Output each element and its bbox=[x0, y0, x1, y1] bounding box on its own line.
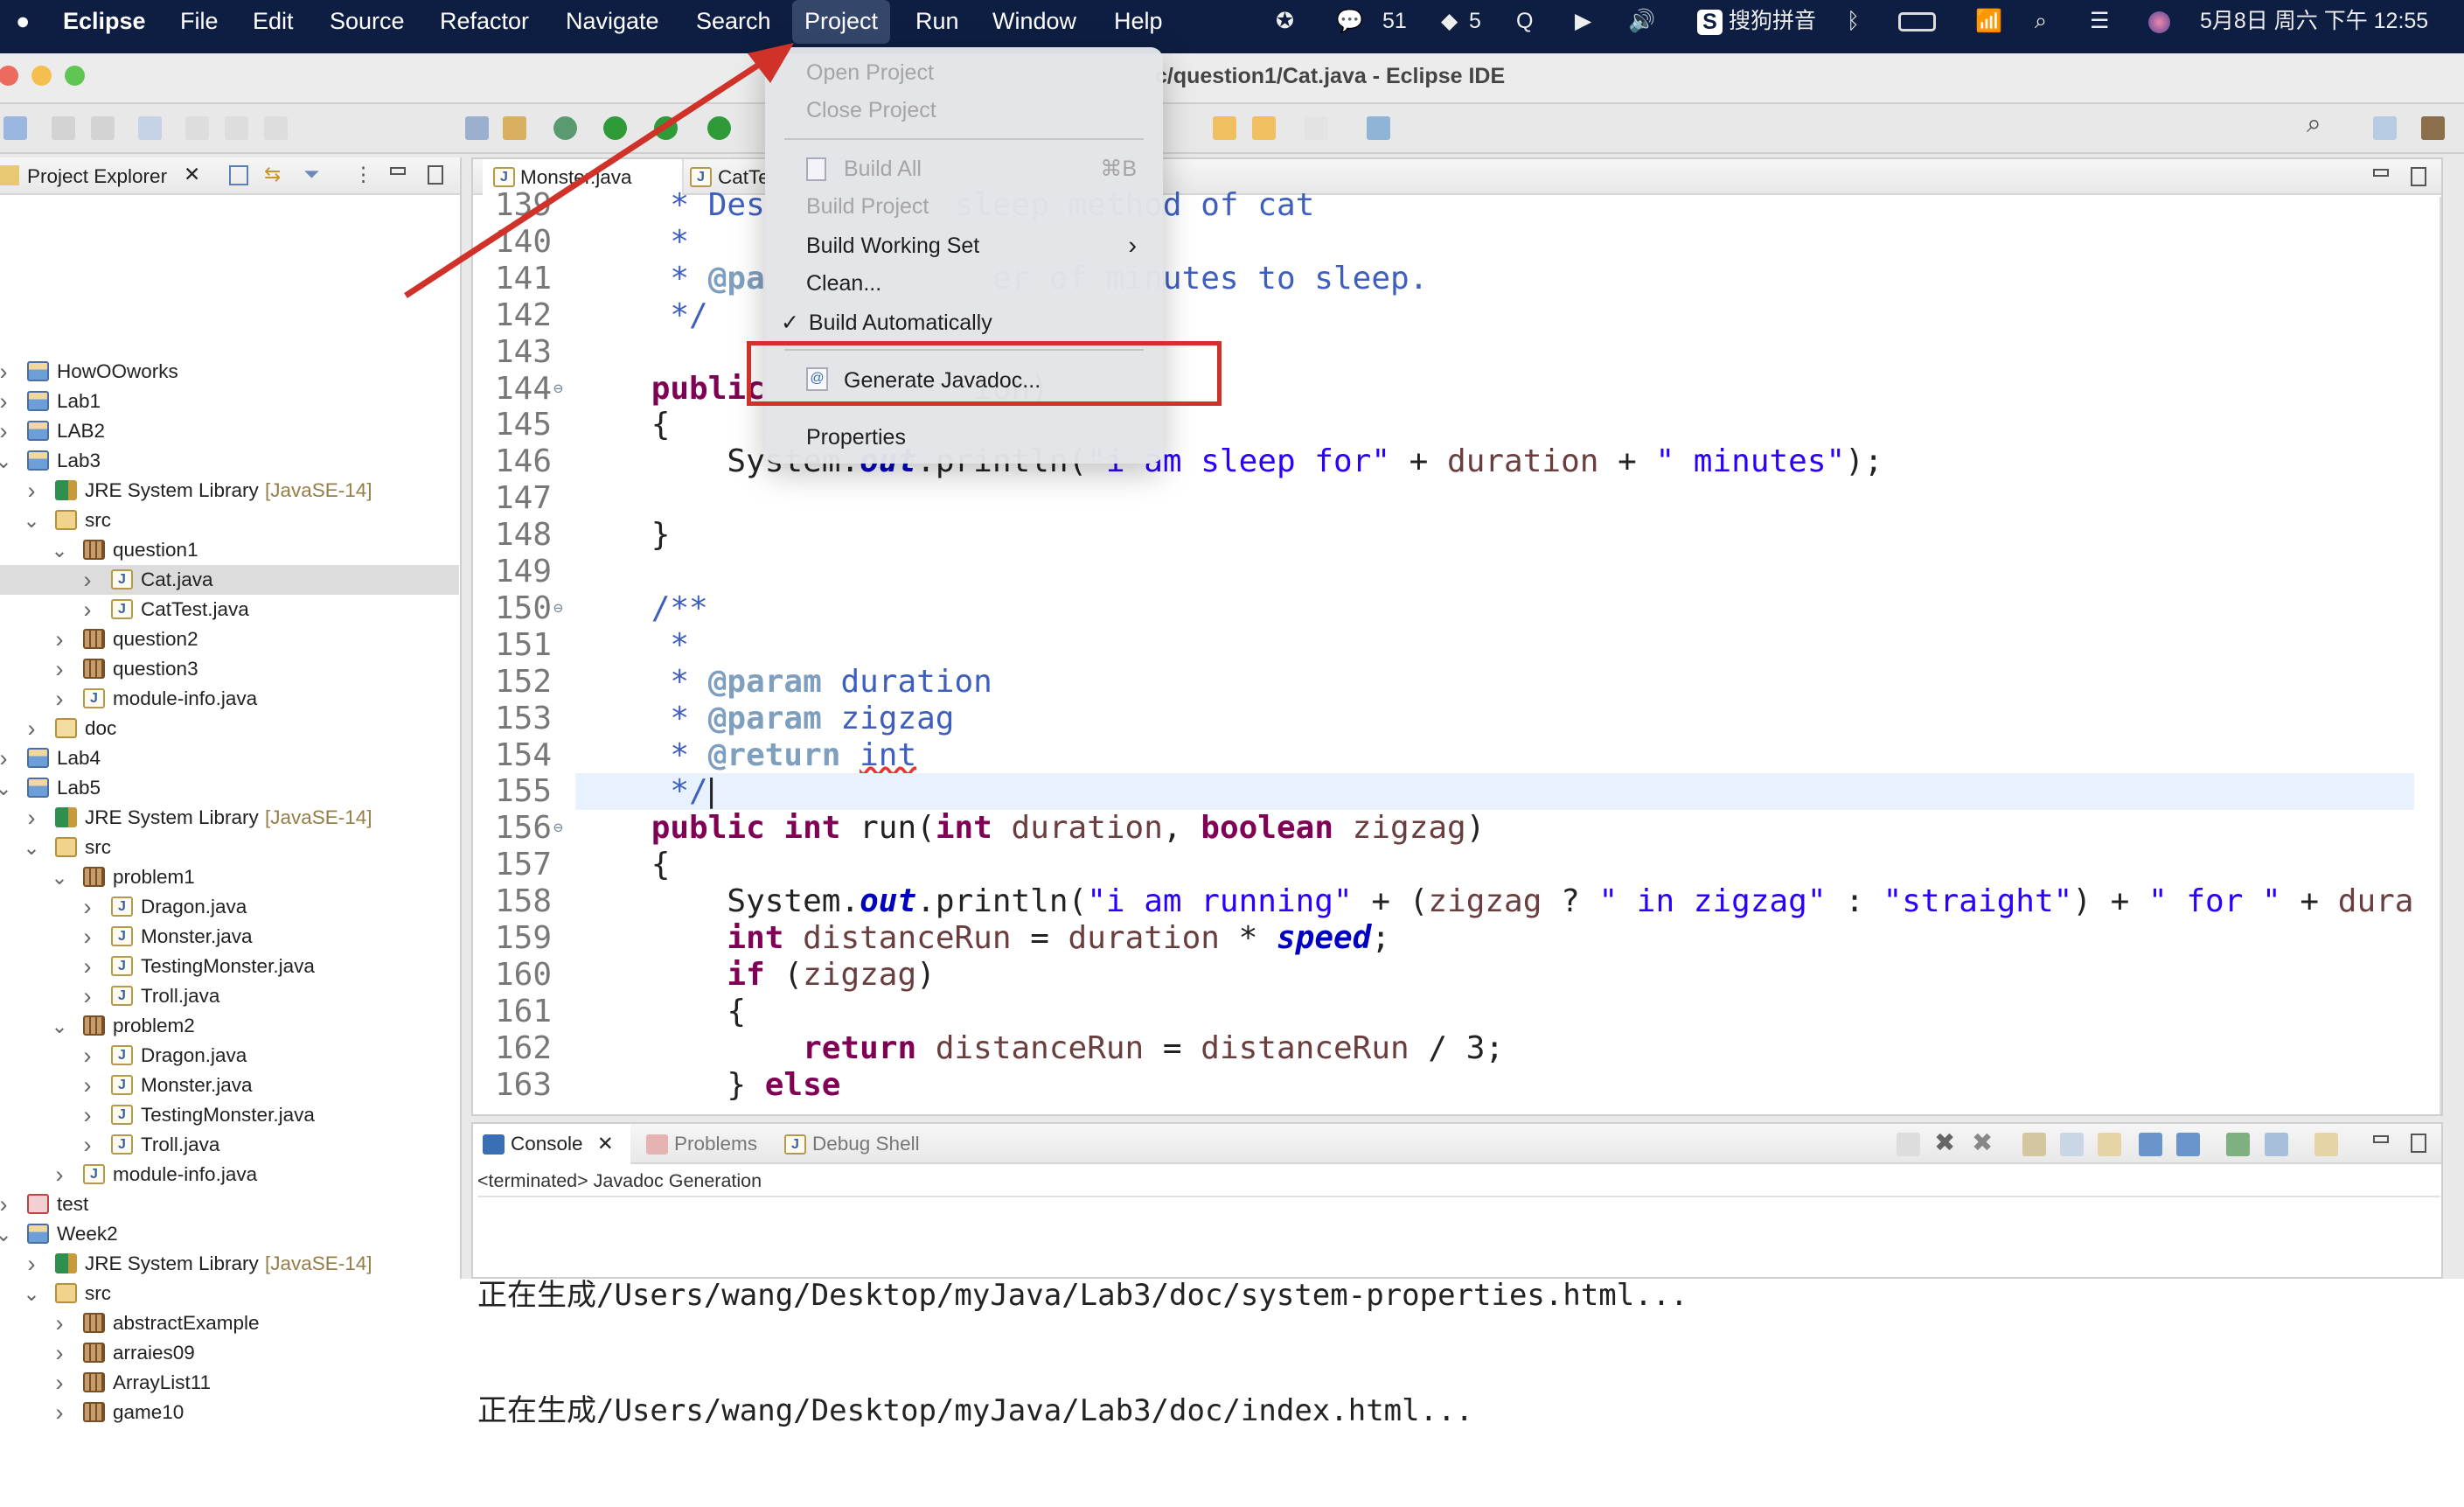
tree-item[interactable]: ⌄ src bbox=[0, 1279, 459, 1308]
tree-item-label: src bbox=[85, 1282, 111, 1304]
chevron-right-icon[interactable]: › bbox=[50, 1338, 69, 1368]
package-icon bbox=[83, 1372, 105, 1392]
tree-item[interactable]: › game10 bbox=[0, 1398, 459, 1427]
tree-item-label: ArrayList11 bbox=[113, 1371, 212, 1393]
tree-item[interactable]: › arraies09 bbox=[0, 1338, 459, 1368]
console-line: 正在生成/Users/wang/Desktop/myJava/Lab3/doc/… bbox=[477, 1393, 1474, 1428]
chevron-down-icon[interactable]: ⌄ bbox=[22, 1279, 41, 1308]
tree-item[interactable]: › abstractExample bbox=[0, 1308, 459, 1338]
source-folder-icon bbox=[55, 1283, 77, 1303]
chevron-right-icon[interactable]: › bbox=[50, 1308, 69, 1338]
tree-item-label: abstractExample bbox=[113, 1312, 260, 1334]
package-icon bbox=[83, 1402, 105, 1422]
tree-item[interactable]: › ArrayList11 bbox=[0, 1368, 459, 1398]
arrow-shaft bbox=[404, 57, 769, 298]
tree-item-label: arraies09 bbox=[113, 1342, 195, 1364]
package-icon bbox=[83, 1313, 105, 1333]
arrow-head bbox=[748, 43, 794, 83]
package-icon bbox=[83, 1343, 105, 1363]
chevron-right-icon[interactable]: › bbox=[50, 1398, 69, 1427]
annotation-arrow bbox=[404, 43, 794, 298]
screen: ● Eclipse File Edit Source Refactor Navi… bbox=[0, 0, 2464, 1428]
tree-item-label: game10 bbox=[113, 1401, 184, 1423]
chevron-right-icon[interactable]: › bbox=[50, 1368, 69, 1398]
console-line: 正在生成/Users/wang/Desktop/myJava/Lab3/doc/… bbox=[477, 1278, 1688, 1313]
